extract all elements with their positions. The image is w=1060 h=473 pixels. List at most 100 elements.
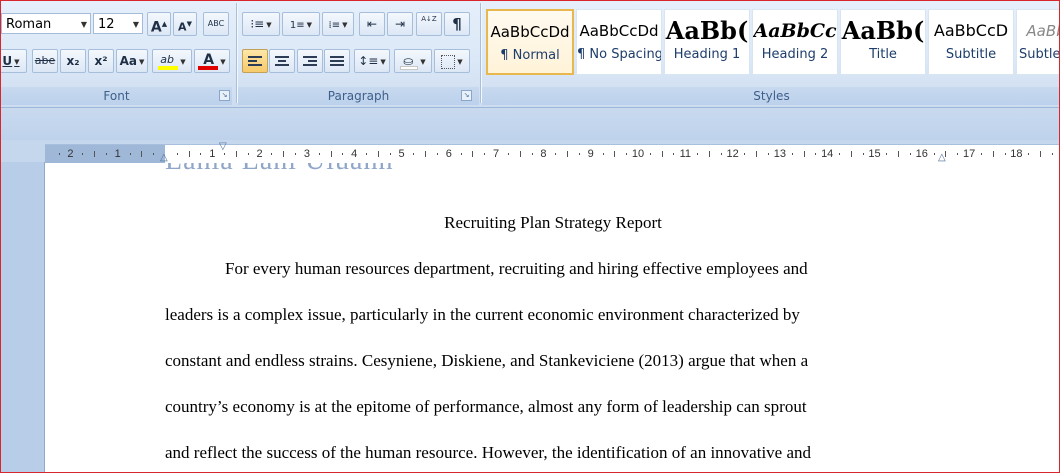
justify-button[interactable] (324, 49, 350, 73)
grow-font-icon: A (150, 19, 162, 36)
line-spacing-button[interactable]: ↕≡ ▼ (354, 49, 390, 73)
change-case-button[interactable]: Aa ▼ (116, 49, 148, 73)
ruler-number: 14 (821, 148, 834, 160)
ruler-quarter-dot (389, 153, 391, 155)
chevron-down-icon: ▼ (132, 20, 139, 29)
font-color-button[interactable]: A ▼ (194, 49, 230, 73)
ruler-number: 16 (915, 148, 928, 160)
shrink-font-icon: A (178, 20, 187, 34)
ruler-number: 11 (679, 148, 692, 160)
ruler-number: 6 (445, 148, 452, 160)
underline-button[interactable]: U ▼ (1, 49, 27, 73)
align-right-button[interactable] (297, 49, 323, 73)
ruler-number: 2 (67, 148, 74, 160)
ruler-half-tick (1040, 151, 1042, 157)
ruler-half-tick (330, 151, 332, 157)
ruler-quarter-dot (744, 153, 746, 155)
ruler-half-tick (283, 151, 285, 157)
ruler-quarter-dot (271, 153, 273, 155)
style-no-spacing[interactable]: AaBbCcDd ¶ No Spacing (576, 9, 662, 75)
style-label: Subtitle (945, 47, 997, 62)
ruler-number: 9 (587, 148, 594, 160)
subscript-button[interactable]: x₂ (60, 49, 86, 73)
ruler-quarter-dot (649, 153, 651, 155)
ruler-quarter-dot (909, 153, 911, 155)
align-center-button[interactable] (269, 49, 295, 73)
ruler-half-tick (803, 151, 805, 157)
font-dialog-launcher[interactable]: ↘ (219, 90, 230, 101)
first-line-indent-marker[interactable]: ▽ (219, 142, 227, 152)
show-formatting-marks-button[interactable]: ¶ (444, 12, 470, 36)
document-page[interactable]: Lahia Lahi Uiuahh Recruiting Plan Strate… (45, 163, 1059, 472)
ruler-half-tick (472, 151, 474, 157)
style-normal[interactable]: AaBbCcDd ¶ Normal (486, 9, 574, 75)
chevron-down-icon: ▼ (80, 20, 87, 29)
ruler-half-tick (661, 151, 663, 157)
ruler-number: 2 (256, 148, 263, 160)
superscript-icon: x² (94, 54, 108, 68)
grow-font-button[interactable]: A▲ (147, 12, 171, 36)
ruler-quarter-dot (815, 153, 817, 155)
strikethrough-button[interactable]: abe (32, 49, 58, 73)
style-subtitle[interactable]: AaBbCcD Subtitle (928, 9, 1014, 75)
style-subtle-emphasis[interactable]: AaBb Subtle (1016, 9, 1059, 75)
text-highlight-button[interactable]: ab ▼ (152, 49, 192, 73)
superscript-button[interactable]: x² (88, 49, 114, 73)
style-label: Heading 1 (673, 47, 741, 62)
decrease-indent-button[interactable]: ⇤ (359, 12, 385, 36)
increase-indent-button[interactable]: ⇥ (387, 12, 413, 36)
ruler-half-tick (235, 151, 237, 157)
font-color-icon: A (198, 52, 219, 71)
multilevel-list-button[interactable]: ⁞≡ ▼ (322, 12, 354, 36)
ruler-number: 7 (493, 148, 500, 160)
style-label: Heading 2 (761, 47, 829, 62)
ruler-half-tick (519, 151, 521, 157)
font-size-value: 12 (98, 17, 115, 32)
ruler-half-tick (425, 151, 427, 157)
paragraph-group-label: Paragraph (238, 87, 479, 105)
shading-color-bar (400, 65, 419, 70)
horizontal-ruler[interactable]: ▽ △ △ 2 1 1 2 3 4 5 6 7 8 9 10 11 12 13 14 15 16 17 18 (45, 142, 1059, 164)
sort-button[interactable]: A↓Z (416, 12, 442, 36)
style-preview: AaBb (1026, 22, 1059, 40)
document-line: and reflect the success of the human res… (165, 443, 812, 462)
shading-button[interactable]: ⛀ ▼ (394, 49, 432, 73)
font-color-bar (198, 65, 219, 70)
align-left-icon (248, 55, 262, 68)
style-heading-1[interactable]: AaBb( Heading 1 (664, 9, 750, 75)
align-left-button[interactable] (242, 49, 268, 73)
left-indent-marker[interactable]: △ (160, 153, 168, 163)
ruler-quarter-dot (318, 153, 320, 155)
ruler-half-tick (567, 151, 569, 157)
shrink-font-button[interactable]: A▼ (173, 12, 197, 36)
ruler-half-tick (945, 151, 947, 157)
numbering-button[interactable]: 1≡ ▼ (282, 12, 320, 36)
ruler-number: 8 (540, 148, 547, 160)
ruler-quarter-dot (791, 153, 793, 155)
clear-formatting-button[interactable]: ABC (203, 12, 229, 36)
font-size-combo[interactable]: 12 ▼ (93, 13, 143, 34)
ruler-quarter-dot (413, 153, 415, 155)
style-title[interactable]: AaBb( Title (840, 9, 926, 75)
ruler-quarter-dot (862, 153, 864, 155)
ruler-half-tick (898, 151, 900, 157)
ruler-quarter-dot (295, 153, 297, 155)
borders-button[interactable]: ▼ (434, 49, 470, 73)
style-heading-2[interactable]: AaBbCc Heading 2 (752, 9, 838, 75)
justify-icon (330, 55, 344, 68)
decrease-indent-icon: ⇤ (366, 17, 378, 31)
clear-formatting-icon: ABC (207, 19, 225, 28)
ruler-band (1, 108, 1059, 140)
ruler-quarter-dot (602, 153, 604, 155)
styles-gallery: AaBbCcDd ¶ Normal AaBbCcDd ¶ No Spacing … (486, 7, 1059, 77)
ruler-quarter-dot (1051, 153, 1053, 155)
ruler-quarter-dot (1004, 153, 1006, 155)
paragraph-dialog-launcher[interactable]: ↘ (461, 90, 472, 101)
highlighter-icon: ab (158, 53, 179, 71)
bullets-button[interactable]: ⁝≡ ▼ (242, 12, 280, 36)
ruler-half-tick (377, 151, 379, 157)
font-family-combo[interactable]: Roman ▼ (1, 13, 91, 34)
ruler-half-tick (94, 151, 96, 157)
subscript-icon: x₂ (66, 54, 80, 68)
numbering-icon: 1≡ (289, 20, 305, 31)
